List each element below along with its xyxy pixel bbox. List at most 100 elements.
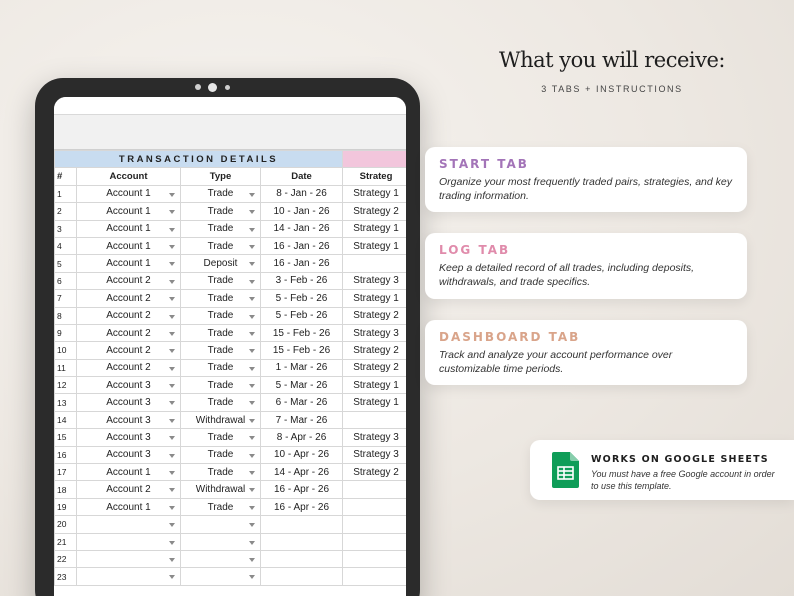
strategy-cell[interactable]: Strategy 2: [342, 463, 406, 482]
account-dropdown[interactable]: Account 1: [76, 236, 181, 256]
type-dropdown[interactable]: Deposit: [180, 254, 261, 273]
strategy-cell[interactable]: [342, 532, 406, 551]
strategy-cell[interactable]: [342, 549, 406, 569]
strategy-cell[interactable]: Strategy 1: [342, 236, 406, 256]
account-dropdown[interactable]: [76, 532, 181, 551]
strategy-cell[interactable]: Strategy 3: [342, 271, 406, 291]
account-dropdown[interactable]: [76, 515, 181, 534]
strategy-cell[interactable]: [342, 254, 406, 273]
date-cell[interactable]: [259, 567, 344, 586]
type-dropdown[interactable]: Trade: [180, 358, 261, 378]
column-header-number: #: [54, 167, 77, 186]
account-dropdown[interactable]: Account 3: [76, 376, 181, 395]
type-dropdown[interactable]: Trade: [180, 428, 261, 447]
date-cell[interactable]: 5 - Feb - 26: [259, 306, 344, 325]
type-dropdown[interactable]: Trade: [180, 306, 261, 325]
account-dropdown[interactable]: Account 1: [76, 497, 181, 517]
strategy-cell[interactable]: Strategy 3: [342, 428, 406, 447]
date-cell[interactable]: 15 - Feb - 26: [259, 323, 344, 343]
type-dropdown[interactable]: Withdrawal: [180, 480, 261, 499]
account-dropdown[interactable]: Account 1: [76, 184, 181, 204]
type-dropdown[interactable]: [180, 567, 261, 586]
account-dropdown[interactable]: Account 3: [76, 393, 181, 412]
account-dropdown[interactable]: Account 2: [76, 323, 181, 343]
strategy-cell[interactable]: Strategy 1: [342, 376, 406, 395]
date-cell[interactable]: 6 - Mar - 26: [259, 393, 344, 412]
date-cell[interactable]: 8 - Jan - 26: [259, 184, 344, 204]
type-dropdown[interactable]: [180, 532, 261, 551]
strategy-cell[interactable]: Strategy 1: [342, 289, 406, 308]
account-dropdown[interactable]: Account 2: [76, 289, 181, 308]
account-dropdown[interactable]: [76, 567, 181, 586]
strategy-cell[interactable]: [342, 480, 406, 499]
strategy-cell[interactable]: Strategy 3: [342, 323, 406, 343]
tablet-screen: TRANSACTION DETAILS # Account Type Date …: [54, 97, 406, 596]
date-cell[interactable]: 16 - Jan - 26: [259, 254, 344, 273]
account-dropdown[interactable]: Account 3: [76, 410, 181, 430]
account-dropdown[interactable]: Account 2: [76, 306, 181, 325]
date-cell[interactable]: 14 - Jan - 26: [259, 219, 344, 238]
account-dropdown[interactable]: Account 3: [76, 428, 181, 447]
type-dropdown[interactable]: Trade: [180, 236, 261, 256]
date-cell[interactable]: 5 - Feb - 26: [259, 289, 344, 308]
row-number: 12: [54, 376, 77, 395]
type-dropdown[interactable]: Trade: [180, 219, 261, 238]
type-dropdown[interactable]: Trade: [180, 271, 261, 291]
date-cell[interactable]: [259, 515, 344, 534]
date-cell[interactable]: 3 - Feb - 26: [259, 271, 344, 291]
date-cell[interactable]: 10 - Jan - 26: [259, 202, 344, 221]
account-dropdown[interactable]: Account 3: [76, 445, 181, 465]
date-cell[interactable]: 7 - Mar - 26: [259, 410, 344, 430]
row-number: 5: [54, 254, 77, 273]
type-dropdown[interactable]: Trade: [180, 497, 261, 517]
strategy-cell[interactable]: [342, 497, 406, 517]
strategy-cell[interactable]: Strategy 2: [342, 202, 406, 221]
strategy-cell[interactable]: Strategy 2: [342, 358, 406, 378]
account-dropdown[interactable]: Account 2: [76, 341, 181, 360]
type-dropdown[interactable]: [180, 515, 261, 534]
date-cell[interactable]: 16 - Apr - 26: [259, 480, 344, 499]
table-row: 17 Account 1 Trade 14 - Apr - 26 Strategy 2: [54, 463, 406, 482]
date-cell[interactable]: 10 - Apr - 26: [259, 445, 344, 465]
type-dropdown[interactable]: Trade: [180, 184, 261, 204]
type-dropdown[interactable]: Trade: [180, 463, 261, 482]
table-row: 14 Account 3 Withdrawal 7 - Mar - 26: [54, 410, 406, 430]
strategy-cell[interactable]: Strategy 3: [342, 445, 406, 465]
table-row: 13 Account 3 Trade 6 - Mar - 26 Strategy 1: [54, 393, 406, 412]
type-dropdown[interactable]: Withdrawal: [180, 410, 261, 430]
account-dropdown[interactable]: Account 1: [76, 202, 181, 221]
strategy-cell[interactable]: [342, 410, 406, 430]
log-tab-title: LOG TAB: [439, 243, 511, 257]
strategy-cell[interactable]: Strategy 2: [342, 341, 406, 360]
date-cell[interactable]: 14 - Apr - 26: [259, 463, 344, 482]
account-dropdown[interactable]: Account 1: [76, 254, 181, 273]
date-cell[interactable]: 16 - Apr - 26: [259, 497, 344, 517]
date-cell[interactable]: 16 - Jan - 26: [259, 236, 344, 256]
type-dropdown[interactable]: [180, 549, 261, 569]
strategy-cell[interactable]: Strategy 1: [342, 393, 406, 412]
account-dropdown[interactable]: Account 1: [76, 219, 181, 238]
strategy-cell[interactable]: Strategy 1: [342, 184, 406, 204]
type-dropdown[interactable]: Trade: [180, 202, 261, 221]
account-dropdown[interactable]: Account 2: [76, 358, 181, 378]
strategy-cell[interactable]: [342, 567, 406, 586]
type-dropdown[interactable]: Trade: [180, 323, 261, 343]
account-dropdown[interactable]: [76, 549, 181, 569]
strategy-cell[interactable]: Strategy 2: [342, 306, 406, 325]
account-dropdown[interactable]: Account 1: [76, 463, 181, 482]
account-dropdown[interactable]: Account 2: [76, 271, 181, 291]
date-cell[interactable]: 1 - Mar - 26: [259, 358, 344, 378]
date-cell[interactable]: [259, 532, 344, 551]
type-dropdown[interactable]: Trade: [180, 393, 261, 412]
type-dropdown[interactable]: Trade: [180, 289, 261, 308]
date-cell[interactable]: [259, 549, 344, 569]
account-dropdown[interactable]: Account 2: [76, 480, 181, 499]
date-cell[interactable]: 5 - Mar - 26: [259, 376, 344, 395]
strategy-cell[interactable]: Strategy 1: [342, 219, 406, 238]
type-dropdown[interactable]: Trade: [180, 341, 261, 360]
type-dropdown[interactable]: Trade: [180, 376, 261, 395]
type-dropdown[interactable]: Trade: [180, 445, 261, 465]
date-cell[interactable]: 15 - Feb - 26: [259, 341, 344, 360]
strategy-cell[interactable]: [342, 515, 406, 534]
date-cell[interactable]: 8 - Apr - 26: [259, 428, 344, 447]
